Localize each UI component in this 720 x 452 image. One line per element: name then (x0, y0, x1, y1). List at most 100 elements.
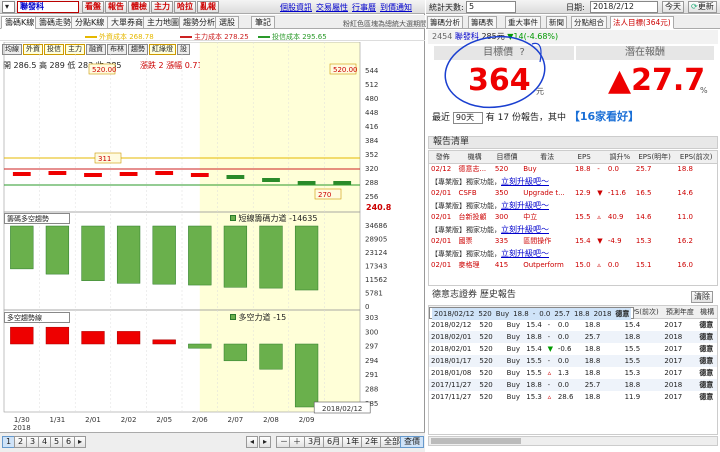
chip-bar (152, 225, 176, 285)
upgrade-link[interactable]: 立刻升級吧～ (501, 225, 549, 234)
report-col-header: 看法 (521, 151, 573, 164)
analysis-tab-2[interactable]: 重大事件 (505, 16, 541, 29)
toolbar-button-5[interactable]: 亂報 (197, 1, 219, 13)
period-button-1[interactable]: 6月 (323, 436, 345, 448)
history-scrollbar[interactable] (428, 436, 718, 446)
history-cell: 15.5 (622, 354, 663, 367)
history-row[interactable]: 2018/02/12 520 Buy 15.4-0.0 18.8 15.4 2017 德意 (429, 319, 717, 331)
history-row[interactable]: 2017/11/27 520 Buy 18.8-0.0 25.7 18.8 2018 德意 (429, 378, 717, 391)
period-button-3[interactable]: 2年 (361, 436, 383, 448)
scrollbar-thumb[interactable] (431, 438, 521, 444)
history-row[interactable]: 2017/11/27 520 Buy 15.3 ▵ 28.6 18.8 11.9 2017 德意 (429, 391, 717, 403)
report-row[interactable]: 02/12 德意志... 520 Buy 18.8-0.0 25.7 18.8 (429, 163, 717, 175)
history-row[interactable]: 2018/02/01 520 Buy 18.8-0.0 25.7 18.8 2018 德意 (429, 330, 717, 343)
report-cell-view: 中立 (523, 213, 538, 221)
analysis-tab-4[interactable]: 分點組合 (571, 16, 607, 29)
chart-tab-5[interactable]: 趨勢分析 (179, 16, 219, 29)
history-cell: 2018/02/01 (431, 344, 472, 353)
history-cell: - (545, 378, 556, 391)
ls-bar (152, 339, 176, 345)
cost-legend-label: 外資成本 268.78 (99, 33, 154, 41)
date-picker[interactable]: 2018/2/12 (590, 1, 658, 13)
history-cell: 520 (477, 378, 505, 391)
report-col-header: EPS(前次) (675, 151, 717, 164)
top-link-1[interactable]: 交易屬性 (316, 3, 348, 12)
period-button-2[interactable]: 1年 (342, 436, 364, 448)
x-date-label: 2/01 (85, 416, 101, 424)
chart-tab-6[interactable]: 選股 (215, 16, 239, 29)
analysis-pane: 統計天數: 5 日期: 2018/2/12 今天 ⟳更新 籌碼分析 籌碼表 重大事件… (426, 0, 720, 452)
toolbar-button-3[interactable]: 主力 (151, 1, 173, 13)
x-date-label: 2/05 (156, 416, 172, 424)
period-button-0[interactable]: 3月 (304, 436, 326, 448)
clear-button[interactable]: 清除 (691, 291, 713, 303)
upgrade-link[interactable]: 立刻升級吧～ (501, 201, 549, 210)
toolbar-button-2[interactable]: 體檢 (128, 1, 150, 13)
upside-value: ▲27.7 (608, 63, 706, 98)
chart-tab-2[interactable]: 分點K線 (71, 16, 109, 29)
stat-days-select[interactable]: 5 (466, 1, 516, 13)
report-row[interactable]: 02/01 麥格理 415 Outperform 15.0 ▵ 0.0 15.1 16.0 (429, 259, 717, 271)
upgrade-link[interactable]: 立刻升級吧～ (501, 177, 549, 186)
vip-row: 【專業版】獨家功能，立刻升級吧～ (429, 199, 717, 211)
report-row[interactable]: 02/01 CSFB 350 Upgrade t... 12.9 ▼ -11.6 16.5 14… (429, 187, 717, 199)
chart-tab-1[interactable]: 籌碼走勢 (35, 16, 75, 29)
chart-tab-3[interactable]: 大單券商 (107, 16, 147, 29)
today-button[interactable]: 今天 (662, 1, 684, 13)
report-row[interactable]: 02/01 國票 335 區間操作 15.4 ▼ -4.9 15.3 16.2 (429, 235, 717, 247)
report-row[interactable]: 02/01 台新投顧 300 中立 15.5 ▵ 40.9 14.6 11.0 (429, 211, 717, 223)
vip-cell: 【專業版】獨家功能，立刻升級吧～ (429, 223, 717, 235)
history-cell: 2017 (664, 368, 683, 377)
top-link-0[interactable]: 個股資訊 (280, 3, 312, 12)
next-page-icon[interactable]: ▸ (74, 436, 87, 448)
longshort-select[interactable]: 多空趨勢線 (4, 312, 70, 323)
history-cell: 15.4 (526, 320, 542, 329)
stock-select[interactable]: 聯發科 (17, 1, 79, 13)
upgrade-link[interactable]: 立刻升級吧～ (501, 249, 549, 258)
price-axis-label: 384 (365, 137, 379, 145)
history-cell: 2018/02/12 (431, 320, 472, 329)
history-row[interactable]: 2018/01/08 520 Buy 15.5 ▵ 1.3 18.8 15.3 2017 德意 (429, 367, 717, 379)
chart-tab-0[interactable]: 籌碼K線 (1, 16, 39, 29)
price-chart[interactable]: 544 512 480 448 416 384 352 320 288 256 240.8 520.0… (0, 42, 425, 432)
toolbar-button-4[interactable]: 哈拉 (174, 1, 196, 13)
top-link-2[interactable]: 行事曆 (352, 3, 376, 12)
vip-cell: 【專業版】獨家功能，立刻升級吧～ (429, 247, 717, 259)
stock-dropdown-arrow[interactable]: ▾ (2, 1, 15, 13)
report-cell-view: Upgrade t... (523, 189, 565, 197)
period-button-5[interactable]: 查價 (400, 436, 424, 448)
x-date-label: 1/31 (50, 416, 66, 424)
zoom-in-icon[interactable]: ＋ (289, 436, 305, 448)
scroll-left-icon[interactable]: ◂ (246, 436, 259, 448)
chart-tab-4[interactable]: 主力地圖 (143, 16, 183, 29)
history-cell: Buy (504, 378, 525, 391)
history-cell: Buy (506, 320, 520, 329)
chip-axis-label: 34686 (365, 222, 388, 230)
refresh-button[interactable]: ⟳更新 (688, 1, 717, 13)
top-link-3[interactable]: 到價通知 (380, 3, 412, 12)
history-row[interactable]: 2018/01/17 520 Buy 15.5-0.0 18.8 15.5 2017 德意 (429, 354, 717, 367)
chip-bar (116, 225, 141, 284)
history-cell: 2018/02/01 (429, 330, 478, 343)
analysis-tab-3[interactable]: 新聞 (546, 16, 567, 29)
history-cell: 德意 (697, 354, 717, 367)
x-date-label: 2/06 (192, 416, 208, 424)
toolbar-button-0[interactable]: 看盤 (82, 1, 104, 13)
analysis-tab-0[interactable]: 籌碼分析 (427, 16, 463, 29)
scroll-right-icon[interactable]: ▸ (259, 436, 272, 448)
history-cell: 18.8 (584, 368, 601, 377)
chart-tab-7[interactable]: 筆記 (251, 16, 275, 29)
report-col-header: EPS(明年) (633, 151, 676, 164)
recent-days-select[interactable]: 90天 (452, 112, 483, 124)
history-cell: 18.8 (584, 320, 601, 329)
analysis-tab-5[interactable]: 法人目標(364元) (610, 16, 674, 29)
history-row[interactable]: 2018/02/12 520 Buy 18.8-0.0 25.7 18.8 2018 德意 (429, 307, 635, 320)
chip-axis-label: 28905 (365, 236, 387, 244)
history-cell: Buy (506, 392, 520, 401)
analysis-tab-1[interactable]: 籌碼表 (468, 16, 497, 29)
chip-mode-select[interactable]: 籌碼多空趨勢 (4, 213, 70, 224)
toolbar-button-1[interactable]: 報告 (105, 1, 127, 13)
vip-cell: 【專業版】獨家功能，立刻升級吧～ (429, 199, 717, 211)
price-candle (155, 171, 174, 175)
history-row[interactable]: 2018/02/01 520 Buy 15.4 ▼ -0.6 18.8 15.5 2017 德意 (429, 343, 717, 355)
